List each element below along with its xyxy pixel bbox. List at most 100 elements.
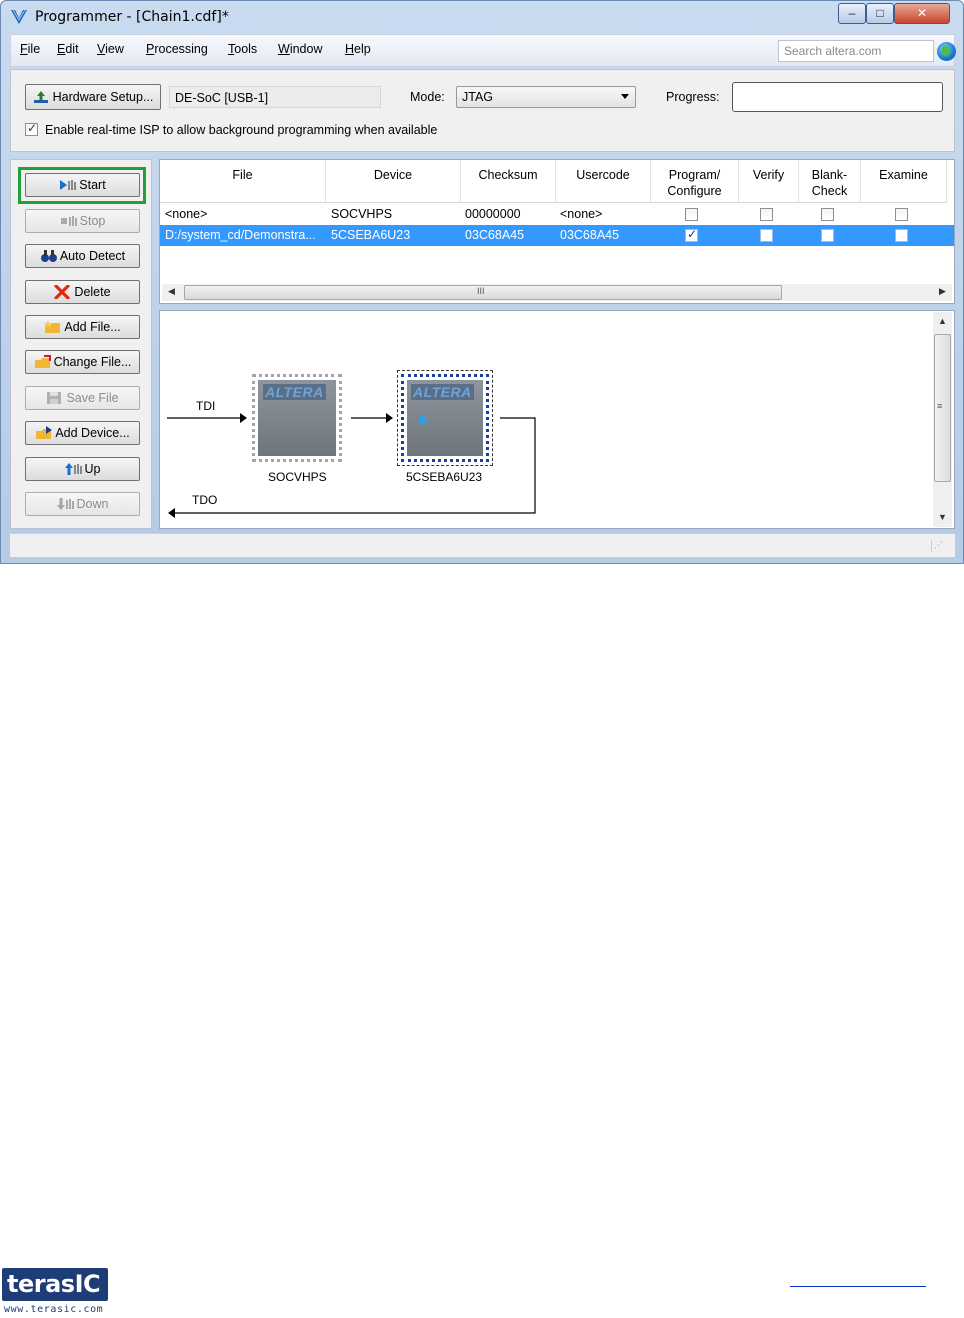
- add-file-label: Add File...: [64, 320, 121, 334]
- cell-checksum: 00000000: [465, 207, 521, 221]
- column-header-device[interactable]: Device: [326, 160, 461, 203]
- progress-bar: [732, 82, 943, 112]
- horizontal-scroll-thumb[interactable]: III: [184, 285, 782, 300]
- up-arrow-icon: [64, 462, 82, 476]
- cell-device: 5CSEBA6U23: [331, 228, 411, 242]
- up-label: Up: [84, 462, 101, 476]
- add-device-label: Add Device...: [55, 426, 130, 440]
- add-file-icon: [44, 320, 61, 334]
- start-label: Start: [79, 178, 106, 192]
- terasic-logo: terasIC www.terasic.com: [2, 1268, 110, 1316]
- hardware-name-field: DE-SoC [USB-1]: [169, 86, 381, 108]
- column-header-blank-check[interactable]: Blank- Check: [799, 160, 861, 203]
- change-file-button[interactable]: Change File...: [25, 350, 140, 374]
- programmer-window: Programmer - [Chain1.cdf]* ‒ □ ✕ File Ed…: [0, 0, 964, 564]
- search-input[interactable]: Search altera.com: [778, 40, 934, 62]
- horizontal-scrollbar[interactable]: ◀ III ▶: [162, 284, 952, 301]
- hardware-panel: Hardware Setup... DE-SoC [USB-1] Mode: J…: [10, 69, 955, 152]
- globe-icon[interactable]: [937, 42, 956, 61]
- change-file-icon: [34, 355, 51, 369]
- column-header-verify[interactable]: Verify: [739, 160, 799, 203]
- verify-checkbox[interactable]: [760, 208, 773, 221]
- vertical-scrollbar[interactable]: ▲ ≡ ▼: [933, 312, 952, 527]
- scroll-down-icon[interactable]: ▼: [938, 512, 947, 522]
- scroll-right-icon[interactable]: ▶: [939, 286, 946, 297]
- chip-socvhps[interactable]: ALTERA: [252, 374, 342, 462]
- vertical-scroll-thumb[interactable]: ≡: [934, 334, 951, 482]
- up-button[interactable]: Up: [25, 457, 140, 481]
- altera-logo: ALTERA: [411, 384, 474, 400]
- jtag-chain-diagram: TDI TDO ALTERA SOCVHPS ALTERA 5CSEBA6U23…: [159, 310, 955, 529]
- title-bar[interactable]: Programmer - [Chain1.cdf]* ‒ □ ✕: [1, 1, 963, 33]
- logo-url: www.terasic.com: [4, 1304, 104, 1315]
- column-header-usercode[interactable]: Usercode: [556, 160, 651, 203]
- chevron-down-icon: [621, 94, 629, 99]
- programmer-toolbar: Start Stop Auto Detect Delete Add File..…: [10, 159, 152, 529]
- chip-label-socvhps: SOCVHPS: [268, 470, 327, 484]
- status-bar: ⋰: [10, 533, 955, 557]
- menu-help[interactable]: Help: [345, 42, 371, 56]
- progress-label: Progress:: [666, 90, 720, 104]
- hardware-setup-button[interactable]: Hardware Setup...: [25, 84, 161, 110]
- column-header-program-configure[interactable]: Program/ Configure: [651, 160, 739, 203]
- add-device-button[interactable]: Add Device...: [25, 421, 140, 445]
- column-header-checksum[interactable]: Checksum: [461, 160, 556, 203]
- column-header-file[interactable]: File: [160, 160, 326, 203]
- add-device-icon: [35, 426, 53, 440]
- chip-body: ALTERA: [258, 380, 336, 456]
- program-checkbox[interactable]: [685, 227, 698, 242]
- table-row[interactable]: <none> SOCVHPS 00000000 <none>: [160, 204, 954, 225]
- verify-checkbox[interactable]: [760, 229, 773, 242]
- scroll-up-icon[interactable]: ▲: [938, 316, 947, 326]
- menu-processing[interactable]: Processing: [146, 42, 208, 56]
- mode-value: JTAG: [462, 90, 494, 104]
- menu-window[interactable]: Window: [278, 42, 322, 56]
- quartus-app-icon: [10, 8, 28, 26]
- scroll-left-icon[interactable]: ◀: [168, 286, 175, 297]
- examine-checkbox[interactable]: [895, 208, 908, 221]
- cell-device: SOCVHPS: [331, 207, 393, 221]
- stop-button[interactable]: Stop: [25, 209, 140, 233]
- examine-checkbox[interactable]: [895, 229, 908, 242]
- window-title: Programmer - [Chain1.cdf]*: [35, 9, 229, 25]
- cell-file: D:/system_cd/Demonstra...: [165, 228, 316, 242]
- add-file-button[interactable]: Add File...: [25, 315, 140, 339]
- start-icon: [59, 178, 77, 192]
- blank-check-checkbox[interactable]: [821, 208, 834, 221]
- table-row-selected[interactable]: D:/system_cd/Demonstra... 5CSEBA6U23 03C…: [160, 225, 954, 246]
- auto-detect-label: Auto Detect: [59, 249, 126, 263]
- auto-detect-button[interactable]: Auto Detect: [25, 244, 140, 268]
- blank-check-checkbox[interactable]: [821, 229, 834, 242]
- column-header-examine[interactable]: Examine: [861, 160, 947, 203]
- footer-link-underline[interactable]: [790, 1286, 926, 1287]
- delete-button[interactable]: Delete: [25, 280, 140, 304]
- cell-usercode: 03C68A45: [560, 228, 620, 242]
- mode-select[interactable]: JTAG: [456, 86, 636, 108]
- logo-wordmark: terasIC: [7, 1270, 101, 1298]
- menu-view[interactable]: View: [97, 42, 124, 56]
- isp-checkbox[interactable]: [25, 121, 38, 136]
- save-file-button[interactable]: Save File: [25, 386, 140, 410]
- menu-edit[interactable]: Edit: [57, 42, 79, 56]
- chip-label-5cseba6u23: 5CSEBA6U23: [406, 470, 483, 484]
- minimize-button[interactable]: ‒: [838, 3, 866, 24]
- stop-label: Stop: [79, 214, 106, 228]
- menu-file[interactable]: File: [20, 42, 40, 56]
- delete-label: Delete: [74, 285, 111, 299]
- close-button[interactable]: ✕: [894, 3, 950, 24]
- resize-grip-icon[interactable]: ⋰: [931, 540, 943, 552]
- down-arrow-icon: [56, 497, 74, 511]
- menu-tools[interactable]: Tools: [228, 42, 257, 56]
- maximize-button[interactable]: □: [866, 3, 894, 24]
- cell-file: <none>: [165, 207, 208, 221]
- chip-body: ALTERA: [407, 380, 483, 456]
- binoculars-icon: [40, 249, 57, 263]
- down-button[interactable]: Down: [25, 492, 140, 516]
- down-label: Down: [76, 497, 109, 511]
- chip-5cseba6u23[interactable]: ALTERA: [397, 370, 493, 466]
- tdi-label: TDI: [196, 399, 216, 413]
- delete-x-icon: [54, 284, 71, 300]
- start-button[interactable]: Start: [25, 173, 140, 197]
- menu-bar: File Edit View Processing Tools Window H…: [10, 34, 956, 67]
- program-checkbox[interactable]: [685, 208, 698, 221]
